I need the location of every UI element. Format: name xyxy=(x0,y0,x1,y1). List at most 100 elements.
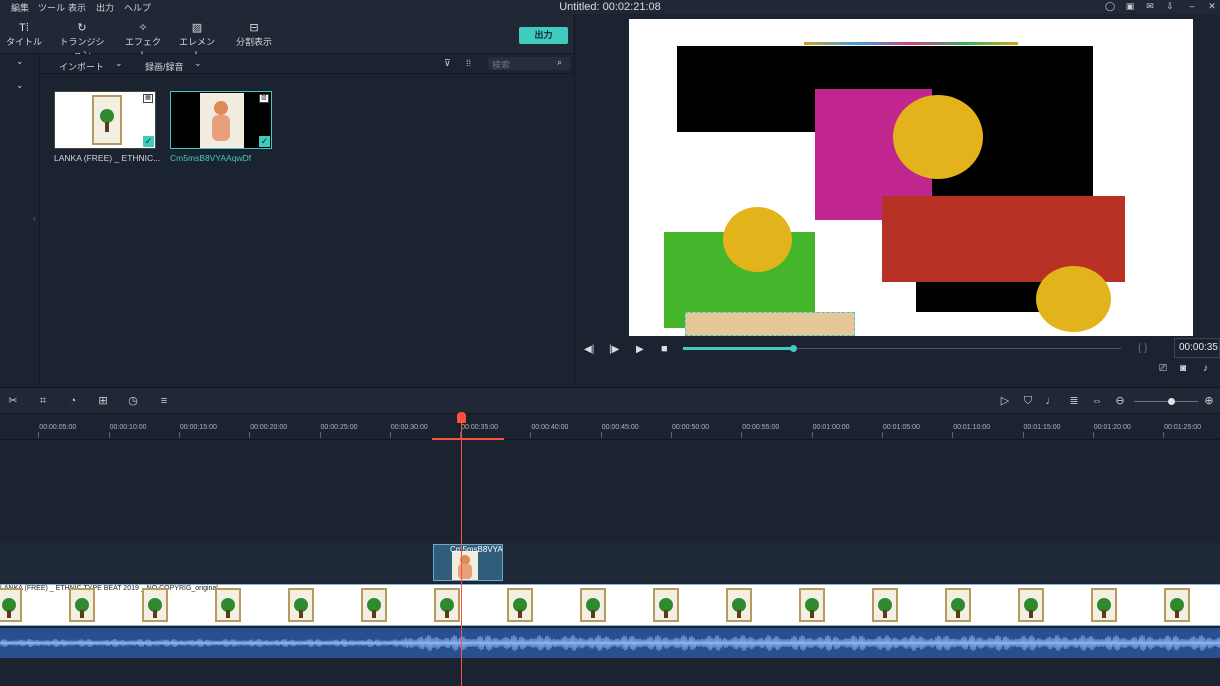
chevron-down-icon[interactable]: ⌄ xyxy=(194,58,202,69)
playback-progress xyxy=(683,347,793,350)
account-icon[interactable]: ◯ xyxy=(1105,1,1115,11)
ruler-tick xyxy=(108,432,110,438)
record-dropdown[interactable]: 録画/録音 xyxy=(145,60,184,73)
marker-icon[interactable]: ⛉ xyxy=(1021,394,1035,408)
zoom-knob[interactable] xyxy=(1168,398,1175,405)
clip-thumbnail xyxy=(452,551,478,580)
image-file-icon: ▨ xyxy=(259,94,269,103)
effect-icon: ✧ xyxy=(138,22,148,34)
split-screen-label: 分割表示 xyxy=(235,37,272,47)
clip-frame-thumbnail xyxy=(1164,588,1190,622)
download-icon[interactable]: ⇩ xyxy=(1165,1,1175,11)
clip-frame-thumbnail xyxy=(580,588,606,622)
cut-icon[interactable]: ✂ xyxy=(6,394,20,408)
speed-icon[interactable]: ◔ xyxy=(66,394,80,408)
ruler-label: 00:01:25:00 xyxy=(1164,424,1202,431)
title-label: タイトル xyxy=(6,37,43,47)
ruler-tick xyxy=(741,432,743,438)
ruler-label: 00:00:20:00 xyxy=(250,424,288,431)
empty-track-area xyxy=(0,441,1220,542)
filter-icon[interactable]: ⊽ xyxy=(444,58,451,69)
duration-icon[interactable]: ◷ xyxy=(126,394,140,408)
step-play-icon[interactable]: |▶ xyxy=(609,344,619,355)
marker-brackets-icon[interactable]: { } xyxy=(1138,343,1147,354)
media-filter-bar: インポート ⌄ 録画/録音 ⌄ ⊽ ⁞⁞ 検索 ⌕ xyxy=(40,54,573,74)
export-button[interactable]: 出力 xyxy=(519,27,568,44)
adjust-icon[interactable]: ≡ xyxy=(157,394,171,408)
snapshot-icon[interactable]: ◙ xyxy=(1180,363,1186,374)
playback-knob[interactable] xyxy=(789,345,797,352)
title-button[interactable]: T⁞ タイトル xyxy=(6,22,42,48)
media-thumbnail-image[interactable]: ▨ ✓ xyxy=(170,91,272,149)
clip-frame-thumbnail xyxy=(872,588,898,622)
ruler-label: 00:01:20:00 xyxy=(1093,424,1131,431)
timeline-toolbar: ✂ ⌗ ◔ ⊞ ◷ ≡ ▷ ⛉ ♩ ≣ ⇔ ⊖ ⊕ xyxy=(0,387,1220,414)
clip-frame-thumbnail xyxy=(0,588,22,622)
ruler-label: 00:01:10:00 xyxy=(953,424,991,431)
split-screen-button[interactable]: ⊟ 分割表示 xyxy=(234,22,274,48)
ruler-label: 00:00:35:00 xyxy=(461,424,499,431)
collapse-handle-icon[interactable]: ‹ xyxy=(33,214,36,223)
transition-icon: ↻ xyxy=(77,22,87,34)
video-track-2 xyxy=(0,543,1220,583)
timeline-ruler[interactable]: 00:00:0000:00:05:0000:00:10:0000:00:15:0… xyxy=(0,414,1220,440)
clip-frame-thumbnail xyxy=(507,588,533,622)
search-icon[interactable]: ⌕ xyxy=(557,57,562,68)
chevron-down-icon[interactable]: ⌄ xyxy=(115,58,123,69)
ruler-tick xyxy=(811,432,813,438)
save-icon[interactable]: ▣ xyxy=(1125,1,1135,11)
playback-controls: ◀| |▶ ▶ ■ { } 00:00:35 ⎚ ◙ ♪ xyxy=(574,338,1220,386)
media-library: インポート ⌄ 録画/録音 ⌄ ⊽ ⁞⁞ 検索 ⌕ ▦ ✓ LANKA (FRE… xyxy=(40,54,573,386)
ruler-tick xyxy=(600,432,602,438)
image-clip[interactable]: Cm5msB8VYA xyxy=(433,544,503,581)
video-file-icon: ▦ xyxy=(143,94,153,103)
close-icon[interactable]: ✕ xyxy=(1207,1,1217,11)
grid-view-icon[interactable]: ⁞⁞ xyxy=(466,58,471,68)
yellow-circle xyxy=(723,207,792,272)
thumbnail-image xyxy=(92,95,122,145)
chevron-down-icon[interactable]: ⌄ xyxy=(16,56,24,67)
media-thumbnail-lanka[interactable]: ▦ ✓ xyxy=(54,91,156,149)
render-preview-icon[interactable]: ⎚ xyxy=(1159,363,1167,374)
prev-frame-icon[interactable]: ◀| xyxy=(584,344,594,355)
clip-frame-thumbnail xyxy=(434,588,460,622)
volume-icon[interactable]: ♪ xyxy=(1203,363,1208,374)
selected-image-overlay[interactable] xyxy=(685,312,855,336)
preview-canvas[interactable] xyxy=(629,19,1193,336)
audio-waveform xyxy=(0,634,1220,652)
yellow-circle xyxy=(893,95,983,179)
fit-timeline-icon[interactable]: ⇔ xyxy=(1090,394,1104,408)
green-screen-icon[interactable]: ⊞ xyxy=(96,394,110,408)
thumbnail-image xyxy=(200,93,244,148)
play-icon[interactable]: ▶ xyxy=(636,344,644,355)
clip-frame-thumbnail xyxy=(361,588,387,622)
ruler-label: 00:01:00:00 xyxy=(812,424,850,431)
check-icon: ✓ xyxy=(143,136,154,147)
mail-icon[interactable]: ✉ xyxy=(1145,1,1155,11)
mic-icon[interactable]: ♩ xyxy=(1044,394,1058,408)
render-icon[interactable]: ▷ xyxy=(998,394,1012,408)
crop-icon[interactable]: ⌗ xyxy=(36,394,50,408)
clip-frame-thumbnail xyxy=(1091,588,1117,622)
playhead-line[interactable] xyxy=(461,414,462,686)
ruler-tick xyxy=(1092,432,1094,438)
audio-mixer-icon[interactable]: ≣ xyxy=(1067,394,1081,408)
yellow-circle xyxy=(1036,266,1111,332)
playback-slider[interactable] xyxy=(683,345,1121,352)
clip-frame-thumbnail xyxy=(69,588,95,622)
minimize-icon[interactable]: – xyxy=(1187,1,1197,11)
playhead-handle[interactable] xyxy=(457,412,466,423)
chevron-down-icon[interactable]: ⌄ xyxy=(16,80,24,91)
stop-icon[interactable]: ■ xyxy=(661,343,668,355)
media-label: Cm5msB8VYAAqwDf xyxy=(170,153,252,163)
search-input[interactable]: 検索 ⌕ xyxy=(488,57,570,70)
zoom-out-icon[interactable]: ⊖ xyxy=(1113,394,1127,408)
ruler-label: 00:01:15:00 xyxy=(1023,424,1061,431)
zoom-slider[interactable] xyxy=(1134,398,1198,405)
ruler-tick xyxy=(952,432,954,438)
ruler-label: 00:00:25:00 xyxy=(320,424,358,431)
import-dropdown[interactable]: インポート xyxy=(59,60,104,73)
zoom-in-icon[interactable]: ⊕ xyxy=(1202,394,1216,408)
audio-track[interactable] xyxy=(0,628,1220,658)
ruler-label: 00:00:50:00 xyxy=(672,424,709,431)
